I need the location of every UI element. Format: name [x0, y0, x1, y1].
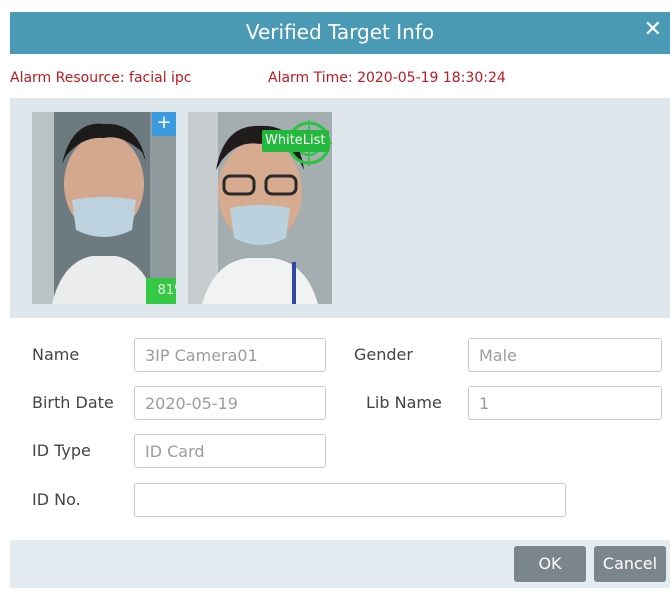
alarm-resource: Alarm Resource: facial ipc	[10, 70, 192, 86]
photo-panel: + 81% WhiteList	[10, 98, 670, 318]
snapshot-photo: + 81%	[32, 112, 176, 304]
whitelist-tag: WhiteList	[262, 130, 329, 152]
cancel-button[interactable]: Cancel	[594, 546, 666, 582]
name-label: Name	[32, 345, 80, 364]
id-no-label: ID No.	[32, 490, 81, 509]
plus-icon[interactable]: +	[152, 112, 176, 136]
lib-name-label: Lib Name	[366, 393, 442, 412]
id-type-label: ID Type	[32, 441, 91, 460]
snapshot-face-image	[32, 112, 176, 304]
dialog-title: Verified Target Info	[245, 20, 435, 44]
birth-date-label: Birth Date	[32, 393, 114, 412]
close-icon[interactable]: ✕	[644, 18, 662, 42]
alarm-time: Alarm Time: 2020-05-19 18:30:24	[268, 70, 506, 86]
gender-field[interactable]: Male	[468, 338, 662, 372]
birth-date-field[interactable]: 2020-05-19	[134, 386, 326, 420]
id-type-field[interactable]: ID Card	[134, 434, 326, 468]
library-photo: WhiteList	[188, 112, 332, 304]
lib-name-field[interactable]: 1	[468, 386, 662, 420]
gender-label: Gender	[354, 345, 413, 364]
similarity-badge: 81%	[146, 278, 176, 304]
name-field[interactable]: 3IP Camera01	[134, 338, 326, 372]
ok-button[interactable]: OK	[514, 546, 586, 582]
dialog-title-bar: Verified Target Info ✕	[10, 12, 670, 54]
id-no-field[interactable]	[134, 483, 566, 517]
